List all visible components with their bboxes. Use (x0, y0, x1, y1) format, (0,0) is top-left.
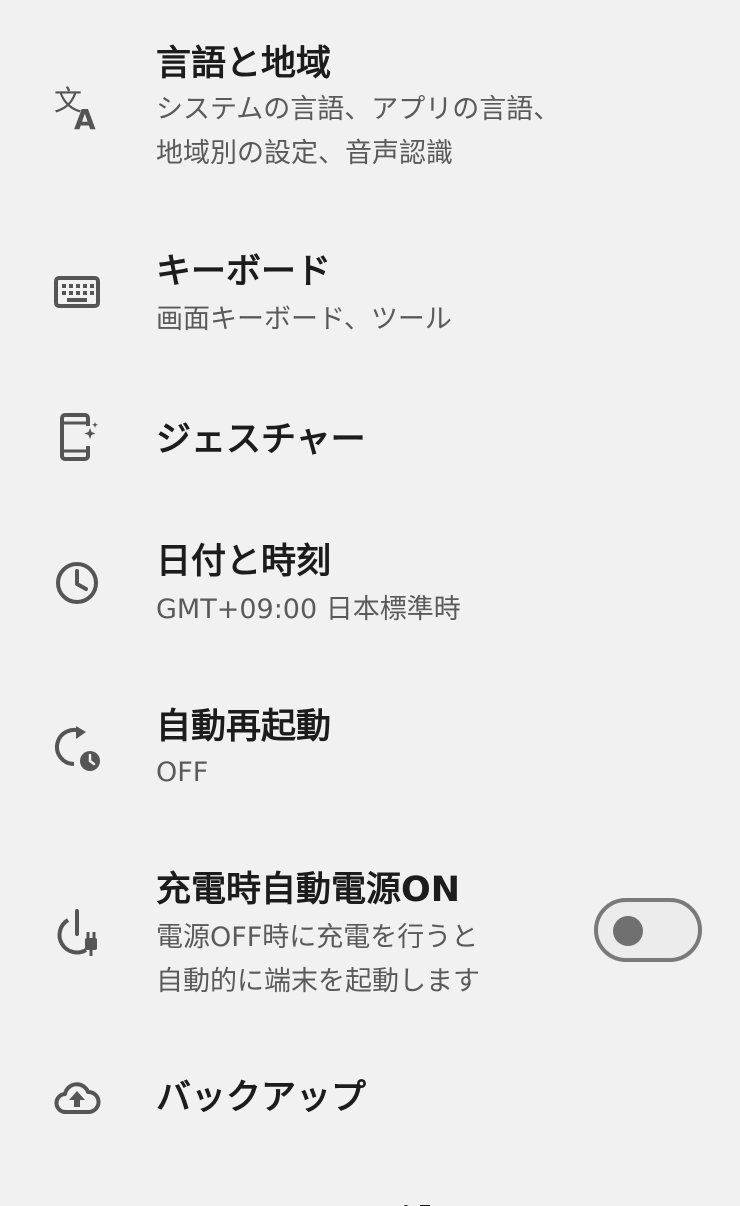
setting-title: バックアップ (156, 1078, 367, 1118)
settings-item-backup[interactable]: バックアップ (0, 1060, 740, 1140)
settings-item-auto-power-on-charging[interactable]: 充電時自動電源ON 電源OFF時に充電を行うと 自動的に端末を起動します (0, 860, 740, 1010)
setting-title: 自動再起動 (156, 707, 332, 747)
setting-title: キーボード (156, 252, 332, 292)
setting-title: 充電時自動電源ON (156, 870, 461, 910)
setting-subtitle: システムの言語、アプリの言語、 地域別の設定、音声認識 (156, 94, 561, 169)
translate-icon: 文 A (52, 82, 102, 132)
next-item-partial (396, 1196, 436, 1206)
settings-item-gesture[interactable]: ジェスチャー (0, 400, 740, 480)
toggle-knob (613, 916, 643, 946)
setting-subtitle: 画面キーボード、ツール (156, 304, 452, 335)
setting-subtitle: OFF (156, 757, 209, 788)
setting-subtitle: 電源OFF時に充電を行うと 自動的に端末を起動します (156, 922, 480, 997)
keyboard-icon (52, 268, 102, 318)
restart-schedule-icon (52, 723, 102, 773)
settings-item-date-time[interactable]: 日付と時刻 GMT+09:00 日本標準時 (0, 530, 740, 650)
setting-title: 日付と時刻 (156, 542, 332, 582)
svg-text:A: A (74, 103, 96, 132)
auto-power-on-toggle[interactable] (594, 898, 702, 962)
clock-icon (52, 558, 102, 608)
settings-item-language-region[interactable]: 文 A 言語と地域 システムの言語、アプリの言語、 地域別の設定、音声認識 (0, 30, 740, 200)
settings-item-keyboard[interactable]: キーボード 画面キーボード、ツール (0, 240, 740, 360)
gesture-phone-icon (52, 412, 102, 462)
cloud-upload-icon (52, 1074, 102, 1124)
power-plug-icon (52, 908, 102, 958)
setting-title: 言語と地域 (156, 44, 332, 84)
setting-subtitle: GMT+09:00 日本標準時 (156, 594, 461, 625)
setting-title: ジェスチャー (156, 420, 366, 460)
settings-item-auto-restart[interactable]: 自動再起動 OFF (0, 695, 740, 815)
